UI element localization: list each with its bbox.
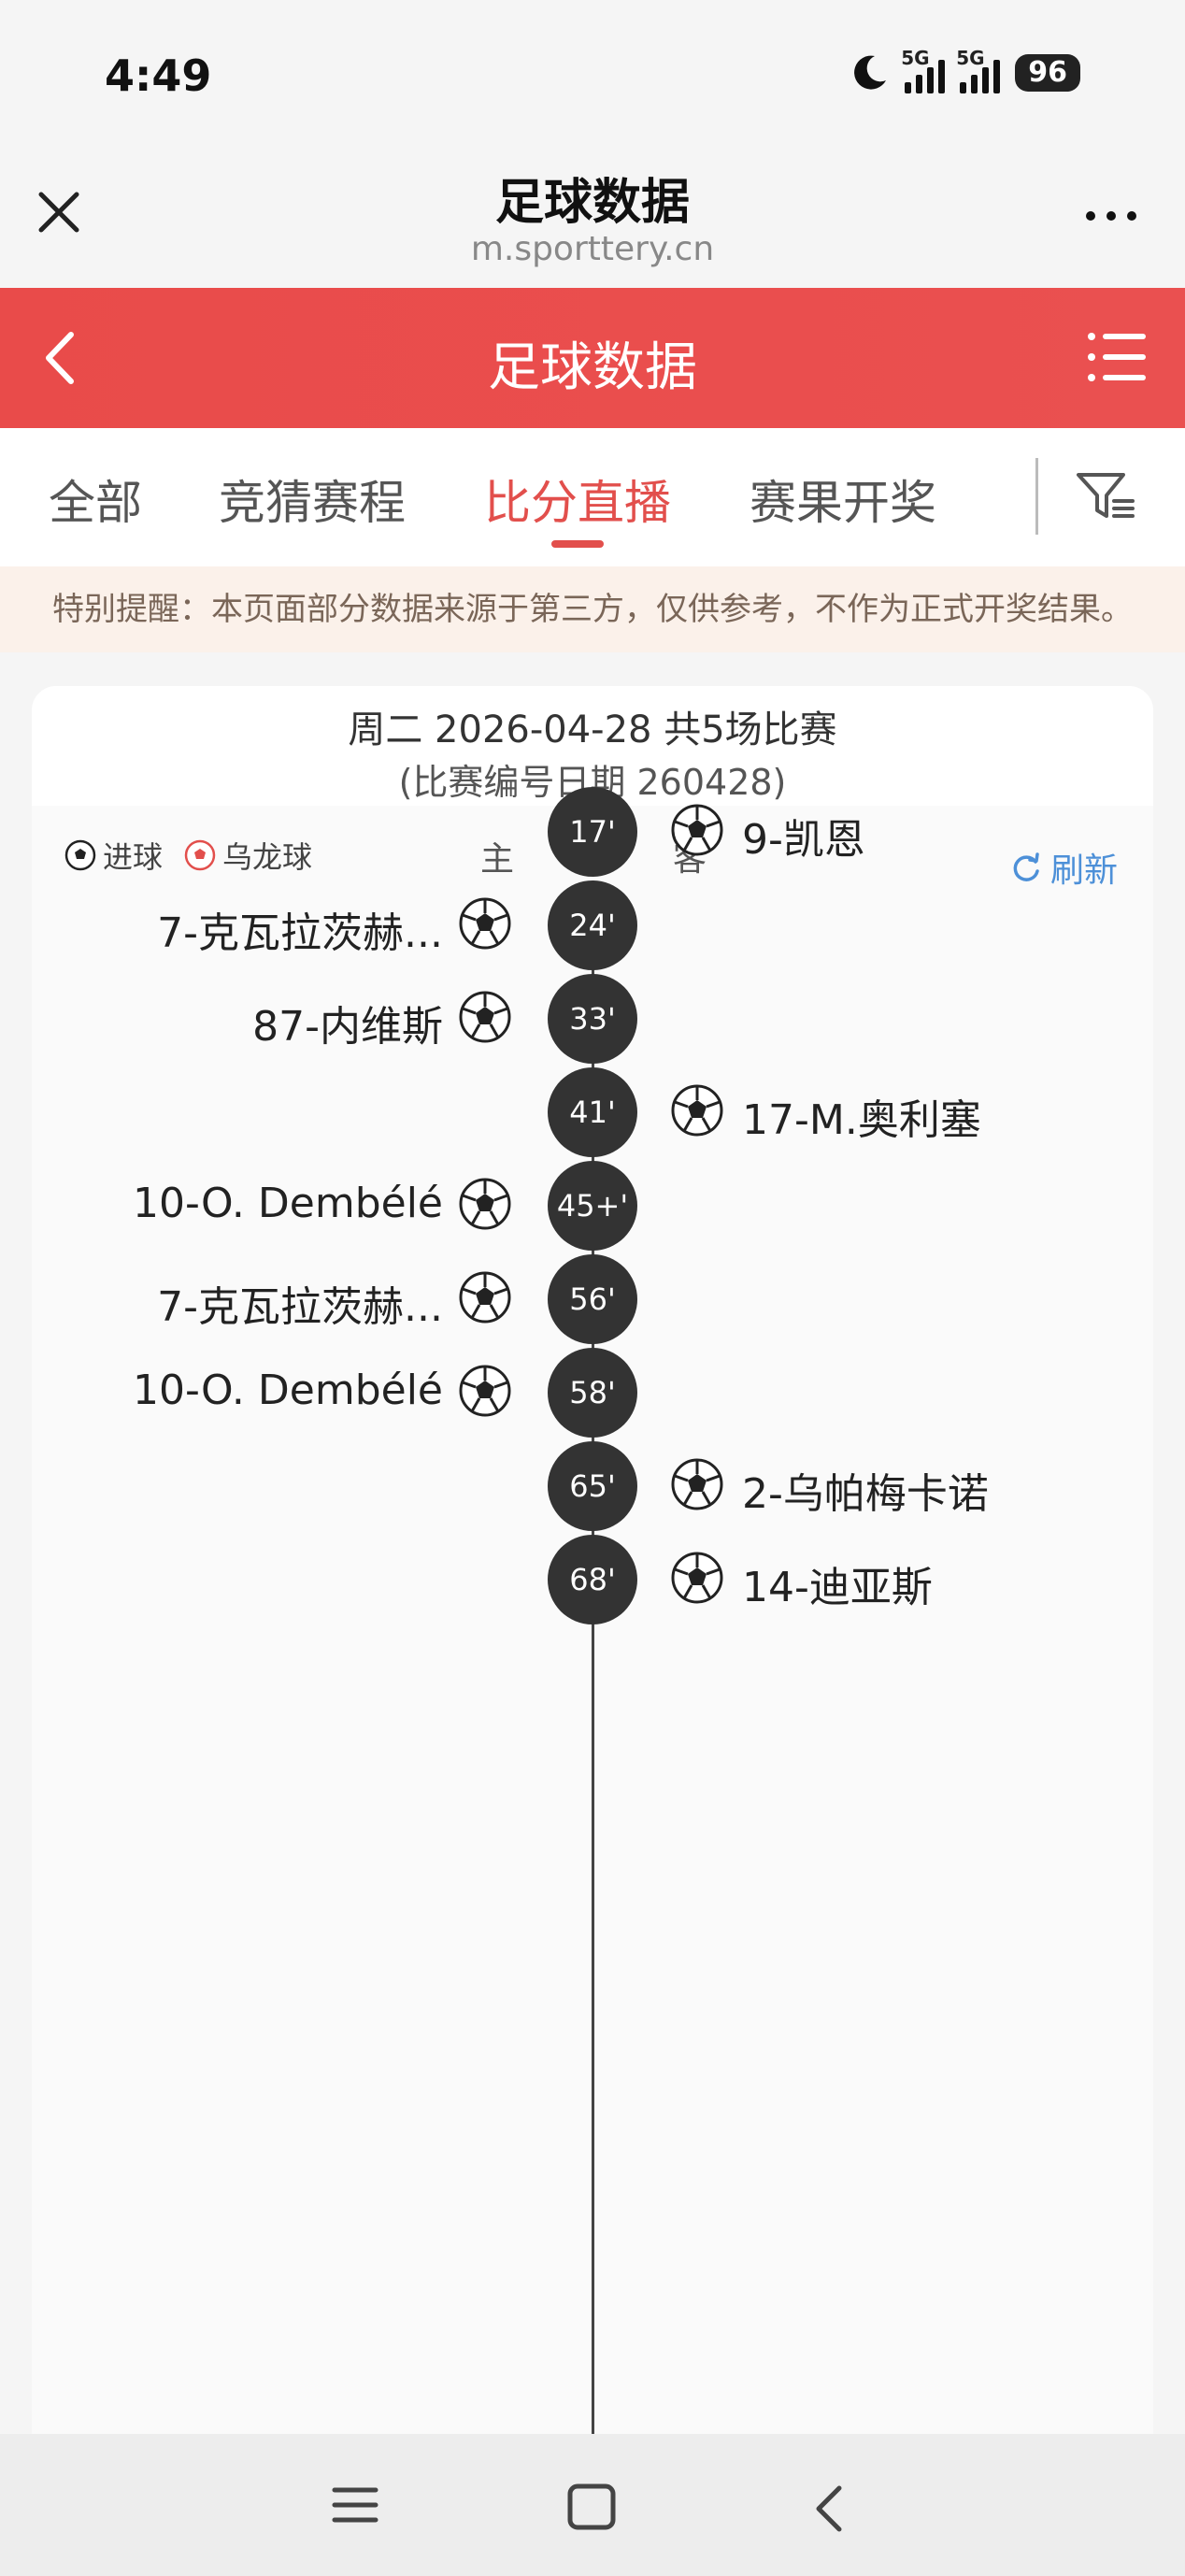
event-minute: 65'	[548, 1441, 637, 1531]
tab-all[interactable]: 全部	[49, 465, 142, 533]
event-row: 17' 9-凯恩	[32, 787, 1153, 880]
goal-ball-icon	[669, 1550, 725, 1606]
event-minute: 33'	[548, 974, 637, 1064]
event-player: 9-凯恩	[742, 816, 865, 864]
event-row: 68' 14-迪亚斯	[32, 1535, 1153, 1628]
tab-schedule[interactable]: 竞猜赛程	[219, 465, 406, 533]
event-minute: 68'	[548, 1535, 637, 1624]
tab-divider	[1035, 458, 1038, 535]
status-bar: 4:49 5G 5G 96	[0, 0, 1185, 150]
goal-ball-icon	[669, 802, 725, 858]
goal-ball-icon	[669, 1082, 725, 1138]
system-navbar	[0, 2434, 1185, 2576]
match-date: 周二 2026-04-28 共5场比赛	[348, 708, 837, 751]
event-minute: 58'	[548, 1348, 637, 1438]
moon-icon	[854, 55, 887, 90]
browser-title: 足球数据	[494, 175, 690, 231]
event-row: 58' 10-O. Dembélé	[32, 1348, 1153, 1441]
page-header: 足球数据	[0, 288, 1185, 428]
event-row: 24' 7-克瓦拉茨赫...	[32, 880, 1153, 974]
event-row: 65' 2-乌帕梅卡诺	[32, 1441, 1153, 1535]
menu-icon[interactable]	[331, 2483, 379, 2527]
menu-list-icon[interactable]	[1086, 329, 1148, 385]
more-icon[interactable]	[1086, 211, 1136, 221]
tab-bar: 全部 竞猜赛程 比分直播 赛果开奖	[0, 428, 1185, 566]
event-player: 17-M.奥利塞	[742, 1096, 981, 1144]
goal-ball-icon	[457, 1363, 513, 1419]
event-row: 41' 17-M.奥利塞	[32, 1067, 1153, 1161]
active-tab-indicator	[551, 540, 604, 548]
event-player: 10-O. Dembélé	[132, 1180, 443, 1227]
browser-url: m.sporttery.cn	[470, 230, 715, 268]
event-player: 7-克瓦拉茨赫...	[157, 1283, 443, 1331]
goal-ball-icon	[457, 1176, 513, 1232]
signal-icon-2: 5G	[956, 47, 1001, 93]
event-player: 87-内维斯	[252, 1003, 443, 1051]
home-icon[interactable]	[566, 2483, 617, 2531]
event-minute: 24'	[548, 880, 637, 970]
goal-ball-icon	[457, 989, 513, 1045]
nav-back-icon[interactable]	[809, 2483, 847, 2535]
status-icons: 5G 5G 96	[849, 47, 1080, 93]
browser-titlebar: 足球数据 m.sporttery.cn	[0, 150, 1185, 288]
event-minute: 17'	[548, 787, 637, 877]
signal-label: 5G	[901, 47, 930, 69]
goal-ball-icon	[457, 1269, 513, 1325]
event-player: 14-迪亚斯	[742, 1564, 933, 1611]
page-title: 足球数据	[488, 337, 697, 398]
goal-ball-icon	[457, 895, 513, 952]
signal-icon: 5G	[901, 47, 946, 93]
event-row: 33' 87-内维斯	[32, 974, 1153, 1067]
event-minute: 41'	[548, 1067, 637, 1157]
match-card: 周二 2026-04-28 共5场比赛 (比赛编号日期 260428) 进球 乌…	[32, 686, 1153, 2576]
goal-ball-icon	[669, 1456, 725, 1512]
tab-live-score[interactable]: 比分直播	[484, 465, 671, 533]
tab-results[interactable]: 赛果开奖	[750, 465, 936, 533]
event-player: 2-乌帕梅卡诺	[742, 1470, 989, 1518]
filter-icon[interactable]	[1075, 469, 1136, 523]
event-player: 7-克瓦拉茨赫...	[157, 909, 443, 957]
notice-banner: 特别提醒：本页面部分数据来源于第三方，仅供参考，不作为正式开奖结果。	[0, 566, 1185, 652]
status-time: 4:49	[105, 50, 212, 101]
event-row: 45+' 10-O. Dembélé	[32, 1161, 1153, 1254]
event-minute: 45+'	[548, 1161, 637, 1251]
signal-label-2: 5G	[956, 47, 985, 69]
event-player: 10-O. Dembélé	[132, 1367, 443, 1414]
event-minute: 56'	[548, 1254, 637, 1344]
battery-indicator: 96	[1015, 54, 1080, 92]
event-row: 56' 7-克瓦拉茨赫...	[32, 1254, 1153, 1348]
